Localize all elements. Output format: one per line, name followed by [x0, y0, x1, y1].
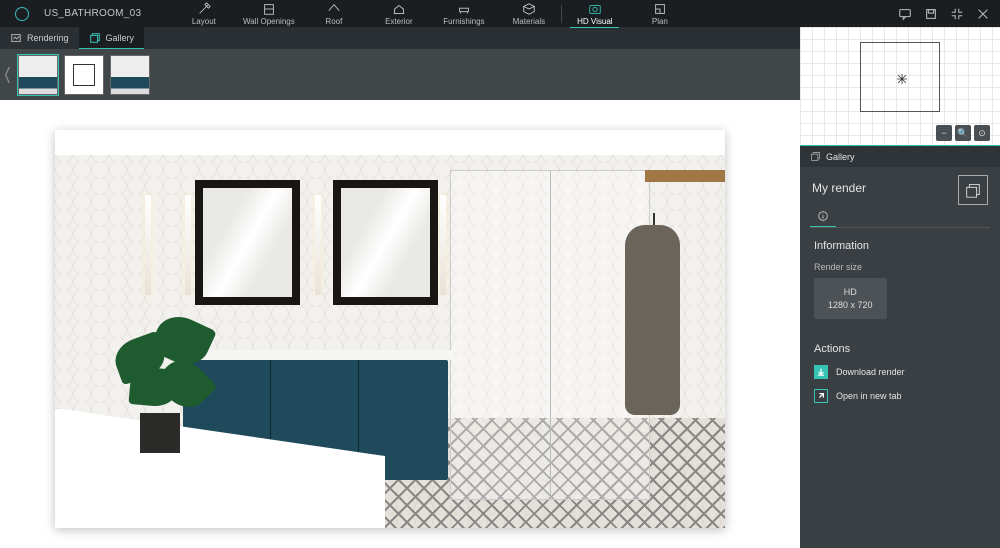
gallery-stack-icon[interactable] — [958, 175, 988, 205]
project-name: US_BATHROOM_03 — [44, 8, 141, 19]
thumb-prev[interactable] — [0, 49, 14, 100]
render-size-value: HD 1280 x 720 — [814, 278, 887, 319]
info-heading: Information — [814, 240, 986, 252]
camera-marker-icon[interactable] — [895, 72, 905, 82]
thumbnail-3[interactable] — [110, 55, 150, 95]
subtab-gallery[interactable]: Gallery — [79, 27, 145, 49]
thumbnail-2[interactable] — [64, 55, 104, 95]
external-link-icon — [814, 389, 828, 403]
actions-heading: Actions — [814, 343, 986, 355]
render-viewport — [0, 100, 800, 548]
tool-plan[interactable]: Plan — [627, 0, 692, 27]
download-icon — [814, 365, 828, 379]
tool-layout[interactable]: Layout — [171, 0, 236, 27]
top-toolbar: US_BATHROOM_03 Layout Wall Openings Roof… — [0, 0, 1000, 27]
chat-icon[interactable] — [896, 5, 914, 23]
tool-roof[interactable]: Roof — [301, 0, 366, 27]
subtab-rendering[interactable]: Rendering — [0, 27, 79, 49]
render-image[interactable] — [55, 130, 725, 528]
tool-exterior[interactable]: Exterior — [366, 0, 431, 27]
recenter-icon[interactable]: ⊙ — [974, 125, 990, 141]
save-icon[interactable] — [922, 5, 940, 23]
tool-materials[interactable]: Materials — [496, 0, 561, 27]
thumbnail-1[interactable] — [18, 55, 58, 95]
zoom-in-icon[interactable]: 🔍 — [955, 125, 971, 141]
close-icon[interactable] — [974, 5, 992, 23]
download-render-button[interactable]: Download render — [814, 365, 986, 379]
panel-tab-gallery[interactable]: Gallery — [800, 145, 1000, 167]
tool-wall-openings[interactable]: Wall Openings — [236, 0, 301, 27]
info-tab-icon[interactable] — [810, 205, 836, 227]
info-panel: Gallery My render Information Render siz… — [800, 145, 1000, 548]
zoom-out-icon[interactable]: − — [936, 125, 952, 141]
main-tools: Layout Wall Openings Roof Exterior Furni… — [171, 0, 692, 27]
tool-furnishings[interactable]: Furnishings — [431, 0, 496, 27]
render-size-label: Render size — [814, 262, 986, 272]
floorplan-minimap[interactable]: − 🔍 ⊙ — [800, 27, 1000, 145]
fullscreen-collapse-icon[interactable] — [948, 5, 966, 23]
app-logo[interactable] — [0, 7, 44, 21]
open-new-tab-button[interactable]: Open in new tab — [814, 389, 986, 403]
tool-hd-visual[interactable]: HD Visual — [562, 0, 627, 27]
